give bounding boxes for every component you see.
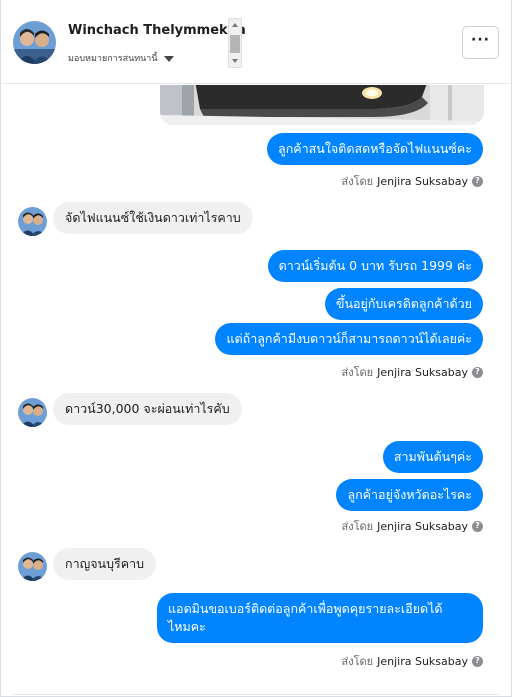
message-thread[interactable]: ลูกค้าสนใจติดสดหรือจัดไฟแนนซ์คะ ส่งโดย J… bbox=[1, 85, 511, 697]
sent-by-info: ส่งโดย Jenjira Suksabay ? bbox=[342, 652, 483, 670]
message-outgoing[interactable]: แต่ถ้าลูกค้ามีงบดาวน์ก็สามารถดาวน์ได้เลย… bbox=[215, 323, 483, 355]
contact-avatar-small[interactable] bbox=[18, 207, 47, 236]
message-incoming[interactable]: จัดไฟแนนซ์ใช้เงินดาวเท่าไรคาบ bbox=[53, 202, 253, 234]
message-line: แอดมินขอเบอร์ติดต่อลูกค้าเพื่อพูดคุยรายล… bbox=[168, 601, 443, 616]
sent-by-label: ส่งโดย bbox=[341, 175, 374, 188]
conversation-header: Winchach Thelymmekha มอบหมายการสนทนานี้ … bbox=[1, 0, 511, 84]
car-interior-photo[interactable] bbox=[160, 85, 484, 125]
chat-window: Winchach Thelymmekha มอบหมายการสนทนานี้ … bbox=[0, 0, 512, 697]
contact-avatar[interactable] bbox=[13, 21, 56, 64]
more-options-icon: ··· bbox=[471, 31, 490, 48]
sent-by-info: ส่งโดย Jenjira Suksabay ? bbox=[342, 172, 483, 190]
contact-avatar-small[interactable] bbox=[18, 398, 47, 427]
caret-down-icon bbox=[163, 55, 174, 62]
help-icon[interactable]: ? bbox=[472, 520, 483, 532]
message-line: ไหมคะ bbox=[168, 619, 206, 634]
help-icon[interactable]: ? bbox=[472, 655, 483, 667]
assign-conversation-dropdown[interactable]: มอบหมายการสนทนานี้ bbox=[68, 51, 174, 65]
more-options-button[interactable]: ··· bbox=[462, 26, 499, 59]
contact-name[interactable]: Winchach Thelymmekha bbox=[68, 23, 246, 38]
scroll-thumb[interactable] bbox=[230, 35, 240, 53]
header-scrollbar[interactable] bbox=[228, 18, 242, 68]
message-outgoing[interactable]: ลูกค้าอยู่จังหวัดอะไรคะ bbox=[336, 479, 483, 511]
message-outgoing[interactable]: ดาวน์เริ่มต้น 0 บาท รับรถ 1999 ค่ะ bbox=[267, 250, 483, 282]
sent-by-info: ส่งโดย Jenjira Suksabay ? bbox=[342, 363, 483, 381]
sent-by-label: ส่งโดย bbox=[341, 520, 374, 533]
sent-by-agent: Jenjira Suksabay bbox=[377, 365, 468, 379]
help-icon[interactable]: ? bbox=[472, 366, 483, 378]
message-incoming[interactable]: กาญจนบุรีคาบ bbox=[53, 548, 157, 580]
message-outgoing[interactable]: ขึ้นอยู่กับเครดิตลูกค้าด้วย bbox=[324, 288, 483, 320]
scroll-down-arrow-icon[interactable] bbox=[232, 59, 238, 63]
sent-by-agent: Jenjira Suksabay bbox=[377, 174, 468, 188]
message-outgoing[interactable]: สามพันต้นๆค่ะ bbox=[382, 441, 483, 473]
message-outgoing[interactable]: แอดมินขอเบอร์ติดต่อลูกค้าเพื่อพูดคุยรายล… bbox=[157, 593, 483, 643]
sent-by-agent: Jenjira Suksabay bbox=[377, 519, 468, 533]
help-icon[interactable]: ? bbox=[472, 175, 483, 187]
sent-by-agent: Jenjira Suksabay bbox=[377, 654, 468, 668]
scroll-up-arrow-icon[interactable] bbox=[232, 23, 238, 27]
sent-by-label: ส่งโดย bbox=[341, 655, 374, 668]
message-outgoing[interactable]: ลูกค้าสนใจติดสดหรือจัดไฟแนนซ์คะ bbox=[267, 133, 483, 165]
sent-by-label: ส่งโดย bbox=[341, 366, 374, 379]
contact-avatar-small[interactable] bbox=[18, 552, 47, 581]
message-incoming[interactable]: ดาวน์30,000 จะผ่อนเท่าไรคับ bbox=[53, 393, 242, 425]
assign-label: มอบหมายการสนทนานี้ bbox=[68, 54, 158, 64]
sent-by-info: ส่งโดย Jenjira Suksabay ? bbox=[342, 517, 483, 535]
